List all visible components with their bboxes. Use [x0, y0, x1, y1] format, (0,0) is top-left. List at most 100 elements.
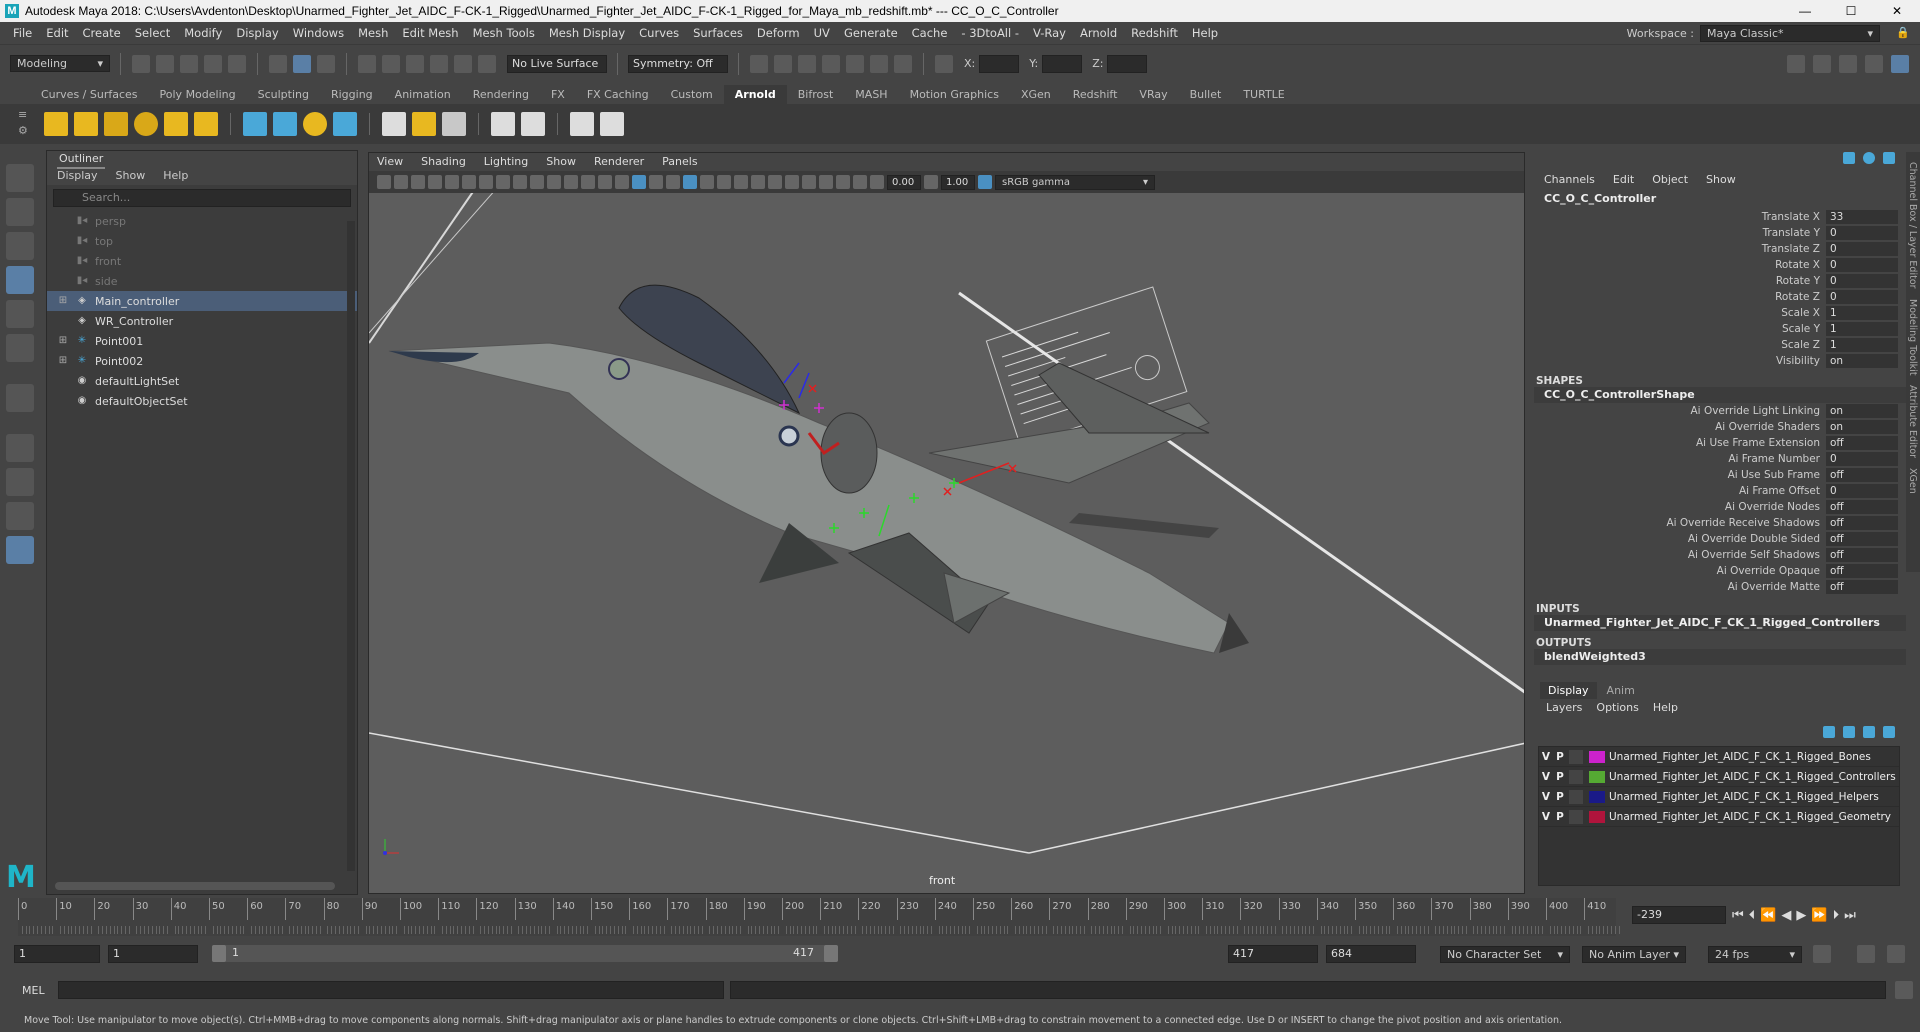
channel-row[interactable]: Rotate Y0	[1534, 273, 1906, 289]
channel-label[interactable]: Ai Override Opaque	[1534, 565, 1826, 577]
auto-key-icon[interactable]	[1857, 945, 1875, 963]
fps-dropdown[interactable]: 24 fps ▾	[1708, 945, 1802, 963]
play-forwards-icon[interactable]: ▶	[1796, 908, 1806, 923]
channel-label[interactable]: Ai Override Receive Shadows	[1534, 517, 1826, 529]
outliner-scrollbar[interactable]	[347, 221, 355, 871]
skydome-light-icon[interactable]	[134, 112, 158, 136]
smooth-shade-icon[interactable]	[632, 175, 646, 189]
pause-icon[interactable]	[894, 54, 912, 73]
x-field[interactable]	[979, 54, 1020, 73]
outliner-item[interactable]: ▮◂ front	[47, 251, 357, 271]
snap-surface-icon[interactable]	[454, 54, 472, 73]
channel-value[interactable]: 33	[1826, 210, 1898, 224]
history-icon[interactable]	[750, 54, 768, 73]
color-management-icon[interactable]	[978, 175, 992, 189]
channel-row[interactable]: Ai Frame Number 0	[1534, 451, 1906, 467]
channel-value[interactable]: 0	[1826, 290, 1898, 304]
shelf-tab-motion-graphics[interactable]: Motion Graphics	[899, 85, 1010, 104]
select-component-icon[interactable]	[317, 54, 335, 73]
tool-settings-toggle-icon[interactable]	[1883, 152, 1895, 164]
snap-curve-icon[interactable]	[382, 54, 400, 73]
shelf-tab-turtle[interactable]: TURTLE	[1232, 85, 1295, 104]
menu-item-curves[interactable]: Curves	[632, 26, 686, 40]
layer-playback-toggle[interactable]: P	[1553, 771, 1567, 783]
shelf-tab-vray[interactable]: VRay	[1128, 85, 1178, 104]
channel-label[interactable]: Scale Y	[1534, 323, 1826, 335]
viewport-menu-panels[interactable]: Panels	[662, 153, 697, 171]
range-bar[interactable]: 1 417	[212, 945, 838, 962]
menu-item-deform[interactable]: Deform	[750, 26, 807, 40]
snap-point-icon[interactable]	[406, 54, 424, 73]
channel-value[interactable]: off	[1826, 532, 1898, 546]
channel-row[interactable]: Ai Override Receive Shadows off	[1534, 515, 1906, 531]
go-to-end-icon[interactable]: ⏭	[1844, 908, 1856, 923]
four-view-icon[interactable]	[6, 468, 34, 496]
viewport-menu-show[interactable]: Show	[546, 153, 576, 171]
play-render-icon[interactable]	[600, 112, 624, 136]
layer-color-swatch[interactable]	[1589, 810, 1605, 823]
current-frame-field[interactable]: -239	[1632, 906, 1726, 924]
ipr-render-icon[interactable]	[798, 54, 816, 73]
channel-value[interactable]: on	[1826, 354, 1898, 368]
menu-item-uv[interactable]: UV	[807, 26, 837, 40]
outliner-item[interactable]: ⊞ ◈ Main_controller	[47, 291, 357, 311]
minimize-button[interactable]: —	[1782, 0, 1828, 22]
shelf-tab-rigging[interactable]: Rigging	[320, 85, 384, 104]
outliner-item[interactable]: ◈ WR_Controller	[47, 311, 357, 331]
outliner-menu-display[interactable]: Display	[57, 167, 98, 185]
save-scene-icon[interactable]	[180, 54, 198, 73]
channel-row[interactable]: Ai Override Light Linking on	[1534, 403, 1906, 419]
channel-label[interactable]: Ai Override Light Linking	[1534, 405, 1826, 417]
outliner-item[interactable]: ◉ defaultObjectSet	[47, 391, 357, 411]
side-tab-modeling-toolkit[interactable]: Modeling Toolkit	[1907, 299, 1918, 376]
channel-label[interactable]: Rotate X	[1534, 259, 1826, 271]
playback-start-field[interactable]: 1	[108, 945, 198, 963]
layer-color-swatch[interactable]	[1589, 790, 1605, 803]
motion-blur-icon[interactable]	[751, 175, 765, 189]
shelf-tab-poly-modeling[interactable]: Poly Modeling	[149, 85, 247, 104]
channel-label[interactable]: Ai Use Frame Extension	[1534, 437, 1826, 449]
lasso-tool-icon[interactable]	[6, 198, 34, 226]
range-start-handle[interactable]	[212, 945, 226, 962]
paint-select-icon[interactable]	[6, 232, 34, 260]
menu-item-generate[interactable]: Generate	[837, 26, 905, 40]
layer-name[interactable]: Unarmed_Fighter_Jet_AIDC_F_CK_1_Rigged_B…	[1609, 751, 1871, 763]
channel-value[interactable]: 0	[1826, 484, 1898, 498]
menu-item-mesh-display[interactable]: Mesh Display	[542, 26, 632, 40]
exposure-icon[interactable]	[870, 175, 884, 189]
modeling-toolkit-icon[interactable]	[1787, 55, 1805, 73]
render-settings-icon[interactable]	[822, 54, 840, 73]
layer-display-type[interactable]	[1569, 769, 1583, 784]
close-button[interactable]: ✕	[1874, 0, 1920, 22]
mel-label[interactable]: MEL	[22, 984, 45, 997]
anim-layer-dropdown[interactable]: No Anim Layer ▾	[1582, 945, 1686, 963]
time-slider[interactable]: 0 10 20 30 40 50 60 70 80 90 100 110 120 130 140 150 160…	[0, 898, 1920, 938]
character-controls-icon[interactable]	[1813, 55, 1831, 73]
channel-value[interactable]: off	[1826, 564, 1898, 578]
bookmarks-icon[interactable]	[411, 175, 425, 189]
gamma-icon[interactable]	[924, 175, 938, 189]
channel-row[interactable]: Ai Override Self Shadows off	[1534, 547, 1906, 563]
tool-settings-icon[interactable]	[1865, 55, 1883, 73]
output-name[interactable]: blendWeighted3	[1534, 649, 1906, 665]
channel-row[interactable]: Ai Override Nodes off	[1534, 499, 1906, 515]
anti-aliasing-icon[interactable]	[768, 175, 782, 189]
outliner-item[interactable]: ▮◂ persp	[47, 211, 357, 231]
shelf-tab-xgen[interactable]: XGen	[1010, 85, 1062, 104]
grid-icon[interactable]	[496, 175, 510, 189]
outliner-menu-help[interactable]: Help	[163, 167, 188, 185]
light-portal-icon[interactable]	[164, 112, 188, 136]
camera-attributes-icon[interactable]	[394, 175, 408, 189]
layer-color-swatch[interactable]	[1589, 750, 1605, 763]
move-tool-icon[interactable]	[6, 266, 34, 294]
outliner-item[interactable]: ⊞ ✳ Point002	[47, 351, 357, 371]
channel-box-menu-object[interactable]: Object	[1652, 172, 1688, 188]
select-tool-icon[interactable]	[6, 164, 34, 192]
shelf-tab-bifrost[interactable]: Bifrost	[787, 85, 845, 104]
live-surface-field[interactable]: No Live Surface	[507, 54, 607, 73]
command-input[interactable]	[58, 981, 724, 999]
channel-value[interactable]: off	[1826, 436, 1898, 450]
channel-value[interactable]: 1	[1826, 322, 1898, 336]
select-hierarchy-icon[interactable]	[269, 54, 287, 73]
channel-label[interactable]: Translate Y	[1534, 227, 1826, 239]
